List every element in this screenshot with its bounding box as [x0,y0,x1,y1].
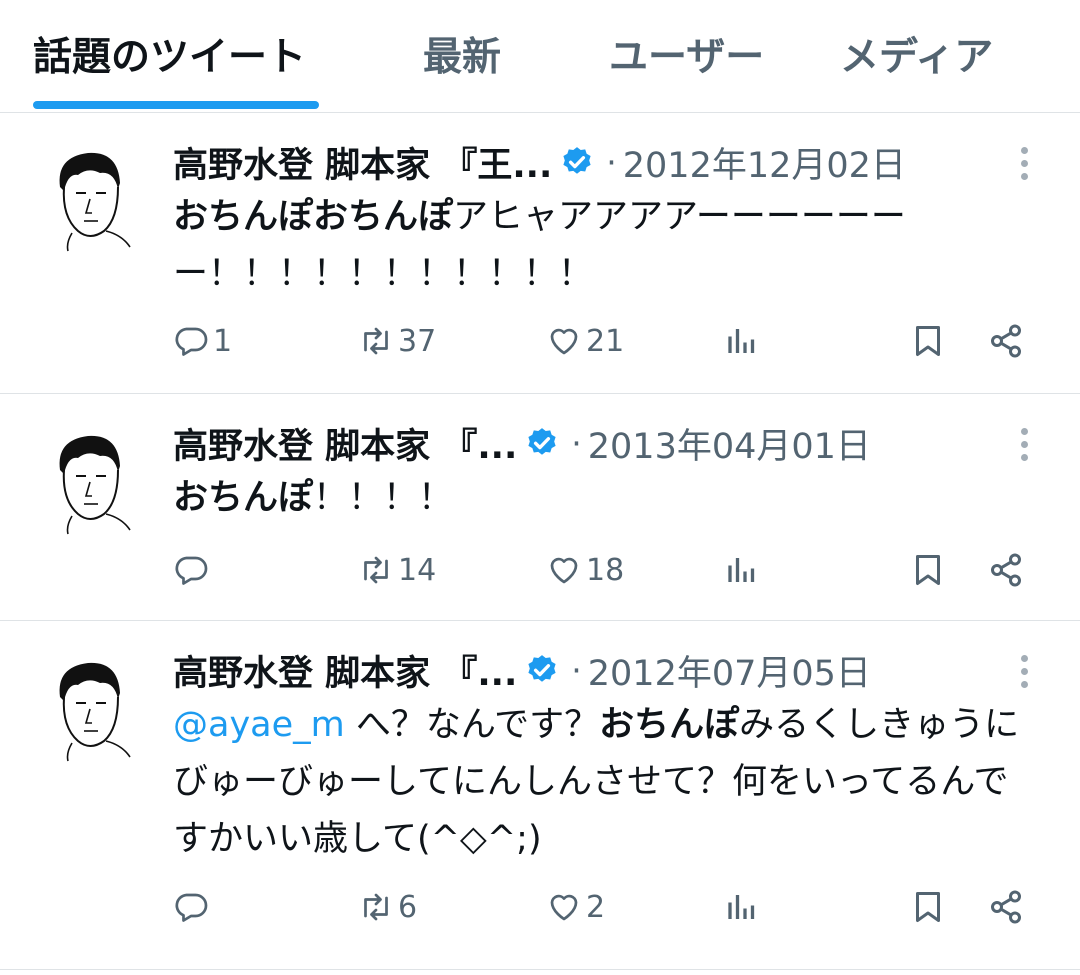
bookmark-button[interactable] [910,323,946,359]
reply-button[interactable] [173,552,213,588]
share-button[interactable] [988,323,1024,359]
like-count: 2 [586,889,606,925]
share-button[interactable] [988,889,1024,925]
tweet-date[interactable]: 2012年12月02日 [623,137,906,188]
views-icon [728,558,755,582]
tweet-actions: 6 2 [0,889,1080,933]
retweet-count: 14 [398,552,437,588]
views-icon [728,895,755,919]
like-icon [550,894,578,921]
reply-icon [175,893,208,922]
author-name[interactable]: 高野水登 脚本家 『... [173,418,517,469]
search-tabs: 話題のツイート 最新 ユーザー メディア [0,0,1080,113]
tweet[interactable]: 高野水登 脚本家 『王... · 2012年12月02日 おちんぽおちんぽアヒャ… [0,113,1080,394]
retweet-count: 37 [398,323,437,359]
retweet-icon [364,327,388,355]
bookmark-icon [916,892,940,922]
like-button[interactable]: 21 [546,323,624,359]
reply-icon [175,327,208,356]
like-button[interactable]: 2 [546,889,605,925]
tab-top[interactable]: 話題のツイート [33,26,306,82]
more-icon[interactable] [1016,428,1032,467]
tweet-text: おちんぽおちんぽアヒャアアアアーーーーーーー！！！！！！！！！！！ [173,197,906,294]
like-count: 18 [586,552,625,588]
tab-media[interactable]: メディア [840,26,993,82]
avatar[interactable] [48,426,132,536]
tweet-text: @ayae_m へ？なんです？おちんぽみるくしきゅうにびゅーびゅーしてにんしんさ… [173,705,1020,859]
author-name[interactable]: 高野水登 脚本家 『... [173,645,517,696]
tab-people[interactable]: ユーザー [609,26,764,82]
views-button[interactable] [724,552,760,588]
tab-latest[interactable]: 最新 [423,26,501,82]
avatar[interactable] [48,653,132,763]
like-icon [550,328,578,355]
active-tab-indicator [33,101,319,109]
tweet-actions: 1 37 21 [0,323,1080,367]
bookmark-button[interactable] [910,552,946,588]
bookmark-icon [916,555,940,585]
reply-count: 1 [213,323,233,359]
retweet-button[interactable]: 14 [358,552,436,588]
reply-button[interactable] [173,889,213,925]
verified-badge-icon [528,428,556,455]
retweet-button[interactable]: 37 [358,323,436,359]
like-icon [550,557,578,584]
like-count: 21 [586,323,625,359]
tweet-text: おちんぽ！！！！ [173,478,454,518]
share-icon [991,324,1021,358]
verified-badge-icon [563,147,591,174]
tweet-header: 高野水登 脚本家 『王... · 2012年12月02日 [173,137,906,187]
retweet-icon [364,893,388,921]
tweet-header: 高野水登 脚本家 『... · 2013年04月01日 [173,418,871,468]
views-icon [728,329,755,353]
reply-button[interactable]: 1 [173,323,232,359]
bookmark-icon [916,326,940,356]
retweet-count: 6 [398,889,418,925]
share-button[interactable] [988,552,1024,588]
views-button[interactable] [724,889,760,925]
more-icon[interactable] [1016,147,1032,186]
mention-link[interactable]: @ayae_m [173,705,345,745]
tweet-date[interactable]: 2012年07月05日 [588,645,871,696]
reply-icon [175,556,208,585]
bookmark-button[interactable] [910,889,946,925]
tweet-actions: 14 18 [0,552,1080,596]
views-button[interactable] [724,323,760,359]
share-icon [991,553,1021,587]
author-name[interactable]: 高野水登 脚本家 『王... [173,137,552,188]
retweet-button[interactable]: 6 [358,889,417,925]
verified-badge-icon [528,655,556,682]
tweet-date[interactable]: 2013年04月01日 [588,418,871,469]
share-icon [991,890,1021,924]
tweet-header: 高野水登 脚本家 『... · 2012年07月05日 [173,645,871,695]
like-button[interactable]: 18 [546,552,624,588]
avatar[interactable] [48,143,132,253]
tweet[interactable]: 高野水登 脚本家 『... · 2013年04月01日 おちんぽ！！！！ 14 … [0,394,1080,621]
tweet[interactable]: 高野水登 脚本家 『... · 2012年07月05日 @ayae_m へ？なん… [0,621,1080,970]
retweet-icon [364,556,388,584]
more-icon[interactable] [1016,655,1032,694]
